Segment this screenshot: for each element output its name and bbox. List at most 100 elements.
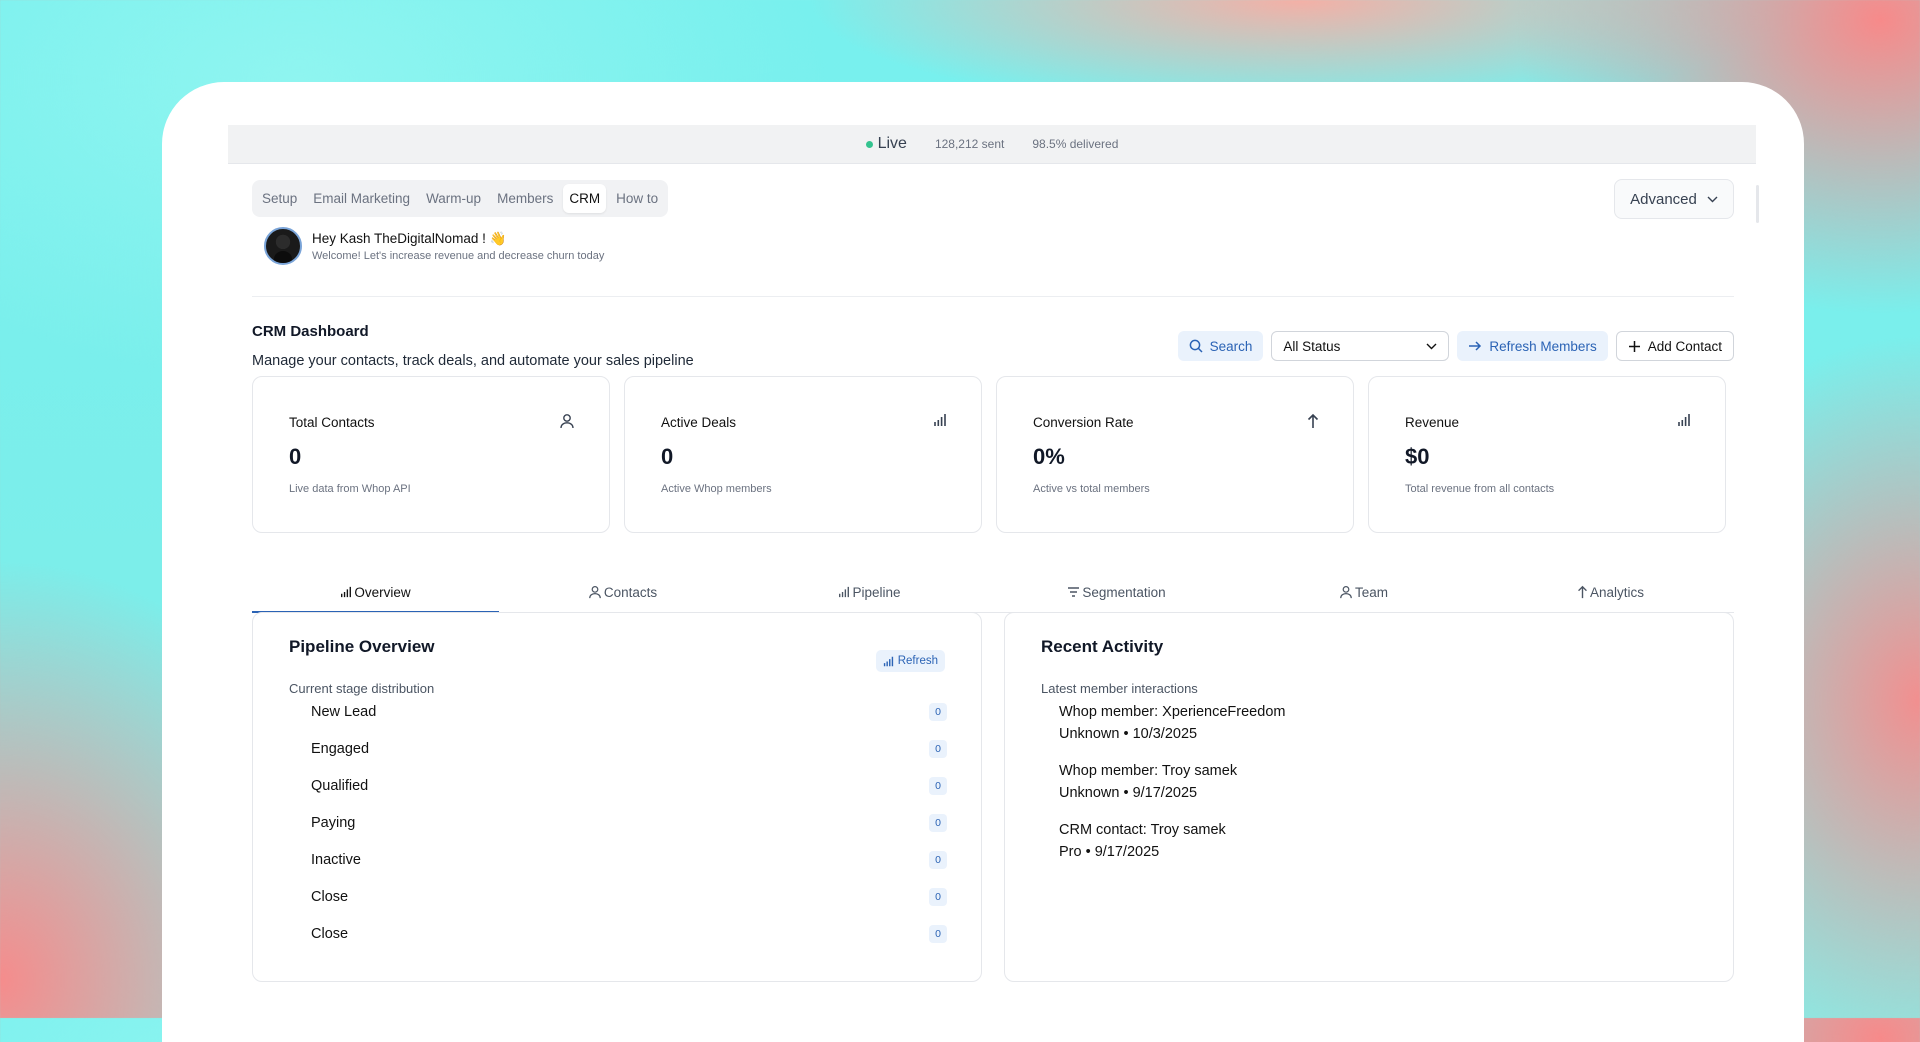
stage-row: New Lead 0 xyxy=(311,703,947,721)
page-title: CRM Dashboard xyxy=(252,323,369,340)
chevron-down-icon xyxy=(1707,196,1718,202)
tab-label: Pipeline xyxy=(852,584,901,600)
nav-tab-setup[interactable]: Setup xyxy=(256,184,303,213)
stat-value: 0% xyxy=(1033,444,1065,469)
refresh-members-label: Refresh Members xyxy=(1489,338,1597,354)
status-bar: Live 128,212 sent 98.5% delivered xyxy=(228,125,1756,164)
app-content: Live 128,212 sent 98.5% delivered Setup … xyxy=(228,125,1759,982)
tab-analytics[interactable]: Analytics xyxy=(1487,572,1734,612)
stage-count-badge: 0 xyxy=(929,703,947,721)
stage-name: Qualified xyxy=(311,778,369,794)
refresh-label: Refresh xyxy=(897,655,938,667)
stage-name: Close xyxy=(311,926,349,942)
recent-activity-panel: Recent Activity Latest member interactio… xyxy=(1004,612,1734,982)
tab-segmentation[interactable]: Segmentation xyxy=(993,572,1240,612)
nav-tab-crm[interactable]: CRM xyxy=(563,184,607,213)
arrow-up-icon xyxy=(1578,585,1587,599)
activity-title: Whop member: XperienceFreedom xyxy=(1059,704,1286,720)
stat-card-revenue: Revenue $0 Total revenue from all contac… xyxy=(1368,376,1726,533)
stage-name: Engaged xyxy=(311,741,370,757)
dashboard-tabs: Overview Contacts Pipeline Segmentation … xyxy=(252,572,1734,613)
stat-label: Total Contacts xyxy=(289,415,375,430)
activity-item: Whop member: XperienceFreedom Unknown • … xyxy=(1059,701,1285,745)
nav-tab-email-marketing[interactable]: Email Marketing xyxy=(307,184,416,213)
bar-chart-icon xyxy=(883,656,893,666)
stage-count-badge: 0 xyxy=(929,740,947,758)
stage-row: Paying 0 xyxy=(311,814,947,832)
tab-pipeline[interactable]: Pipeline xyxy=(746,572,993,612)
refresh-button[interactable]: Refresh xyxy=(875,650,945,672)
search-icon xyxy=(1189,339,1203,353)
advanced-dropdown[interactable]: Advanced xyxy=(1614,179,1734,219)
stage-count-badge: 0 xyxy=(929,814,947,832)
advanced-label: Advanced xyxy=(1630,190,1697,208)
stage-name: Close xyxy=(311,889,349,905)
stat-note: Total revenue from all contacts xyxy=(1405,483,1555,495)
add-contact-label: Add Contact xyxy=(1647,338,1722,354)
add-contact-button[interactable]: Add Contact xyxy=(1615,331,1734,361)
filter-icon xyxy=(1068,587,1080,597)
search-label: Search xyxy=(1209,338,1253,354)
page-subtitle: Manage your contacts, track deals, and a… xyxy=(252,353,694,369)
live-dot-icon xyxy=(865,140,873,148)
stage-row: Qualified 0 xyxy=(311,777,947,795)
bar-chart-icon xyxy=(341,586,352,598)
stat-card-total-contacts: Total Contacts 0 Live data from Whop API xyxy=(252,376,610,533)
tab-contacts[interactable]: Contacts xyxy=(499,572,746,612)
stat-label: Conversion Rate xyxy=(1033,415,1134,430)
stat-note: Active Whop members xyxy=(661,483,772,495)
nav-tab-members[interactable]: Members xyxy=(491,184,559,213)
status-filter-select[interactable]: All Status xyxy=(1271,331,1450,361)
greeting-subtitle: Welcome! Let's increase revenue and decr… xyxy=(312,249,605,262)
refresh-members-button[interactable]: Refresh Members xyxy=(1457,331,1608,361)
avatar xyxy=(264,227,302,265)
stat-note: Live data from Whop API xyxy=(289,483,411,495)
activity-item: CRM contact: Troy samek Pro • 9/17/2025 xyxy=(1059,819,1226,863)
arrow-up-icon xyxy=(1307,413,1319,428)
stat-value: $0 xyxy=(1405,444,1430,469)
stat-value: 0 xyxy=(289,444,302,469)
live-indicator: Live xyxy=(865,135,907,153)
chevron-down-icon xyxy=(1426,343,1437,349)
toolbar: Search All Status Refresh Members Add Co… xyxy=(1177,331,1734,361)
bar-chart-icon xyxy=(934,414,946,426)
panel-subtitle: Latest member interactions xyxy=(1041,681,1198,696)
live-label: Live xyxy=(877,135,907,152)
tab-overview[interactable]: Overview xyxy=(252,572,499,613)
activity-item: Whop member: Troy samek Unknown • 9/17/2… xyxy=(1059,760,1237,804)
greeting: Hey Kash TheDigitalNomad ! 👋 Welcome! Le… xyxy=(264,227,604,265)
stage-name: Paying xyxy=(311,815,356,831)
stats-row: Total Contacts 0 Live data from Whop API… xyxy=(252,376,1726,533)
plus-icon xyxy=(1628,340,1640,352)
user-icon xyxy=(588,585,601,599)
nav-tab-warm-up[interactable]: Warm-up xyxy=(420,184,487,213)
stat-card-conversion-rate: Conversion Rate 0% Active vs total membe… xyxy=(996,376,1354,533)
sent-count: 128,212 sent xyxy=(934,137,1005,151)
app-window: Live 128,212 sent 98.5% delivered Setup … xyxy=(162,82,1804,1042)
panel-title: Pipeline Overview xyxy=(289,637,435,656)
bar-chart-icon xyxy=(839,586,850,598)
scrollbar[interactable] xyxy=(1756,185,1759,223)
tab-label: Overview xyxy=(354,584,411,600)
stat-card-active-deals: Active Deals 0 Active Whop members xyxy=(624,376,982,533)
user-icon xyxy=(560,414,574,429)
bar-chart-icon xyxy=(1678,414,1690,426)
stage-count-badge: 0 xyxy=(929,851,947,869)
greeting-title: Hey Kash TheDigitalNomad ! 👋 xyxy=(312,230,507,246)
pipeline-overview-panel: Pipeline Overview Refresh Current stage … xyxy=(252,612,982,982)
stage-name: New Lead xyxy=(311,704,377,720)
stage-count-badge: 0 xyxy=(929,925,947,943)
stat-value: 0 xyxy=(661,444,674,469)
stat-label: Active Deals xyxy=(661,415,737,430)
nav-tab-how-to[interactable]: How to xyxy=(610,184,664,213)
arrow-right-icon xyxy=(1469,341,1482,351)
stat-note: Active vs total members xyxy=(1033,483,1150,495)
stage-count-badge: 0 xyxy=(929,888,947,906)
search-button[interactable]: Search xyxy=(1177,331,1264,361)
tab-label: Team xyxy=(1354,584,1388,600)
stage-row: Close 0 xyxy=(311,925,947,943)
stage-name: Inactive xyxy=(311,852,361,868)
tab-team[interactable]: Team xyxy=(1240,572,1487,612)
panel-subtitle: Current stage distribution xyxy=(289,681,435,696)
tab-label: Analytics xyxy=(1589,584,1645,600)
